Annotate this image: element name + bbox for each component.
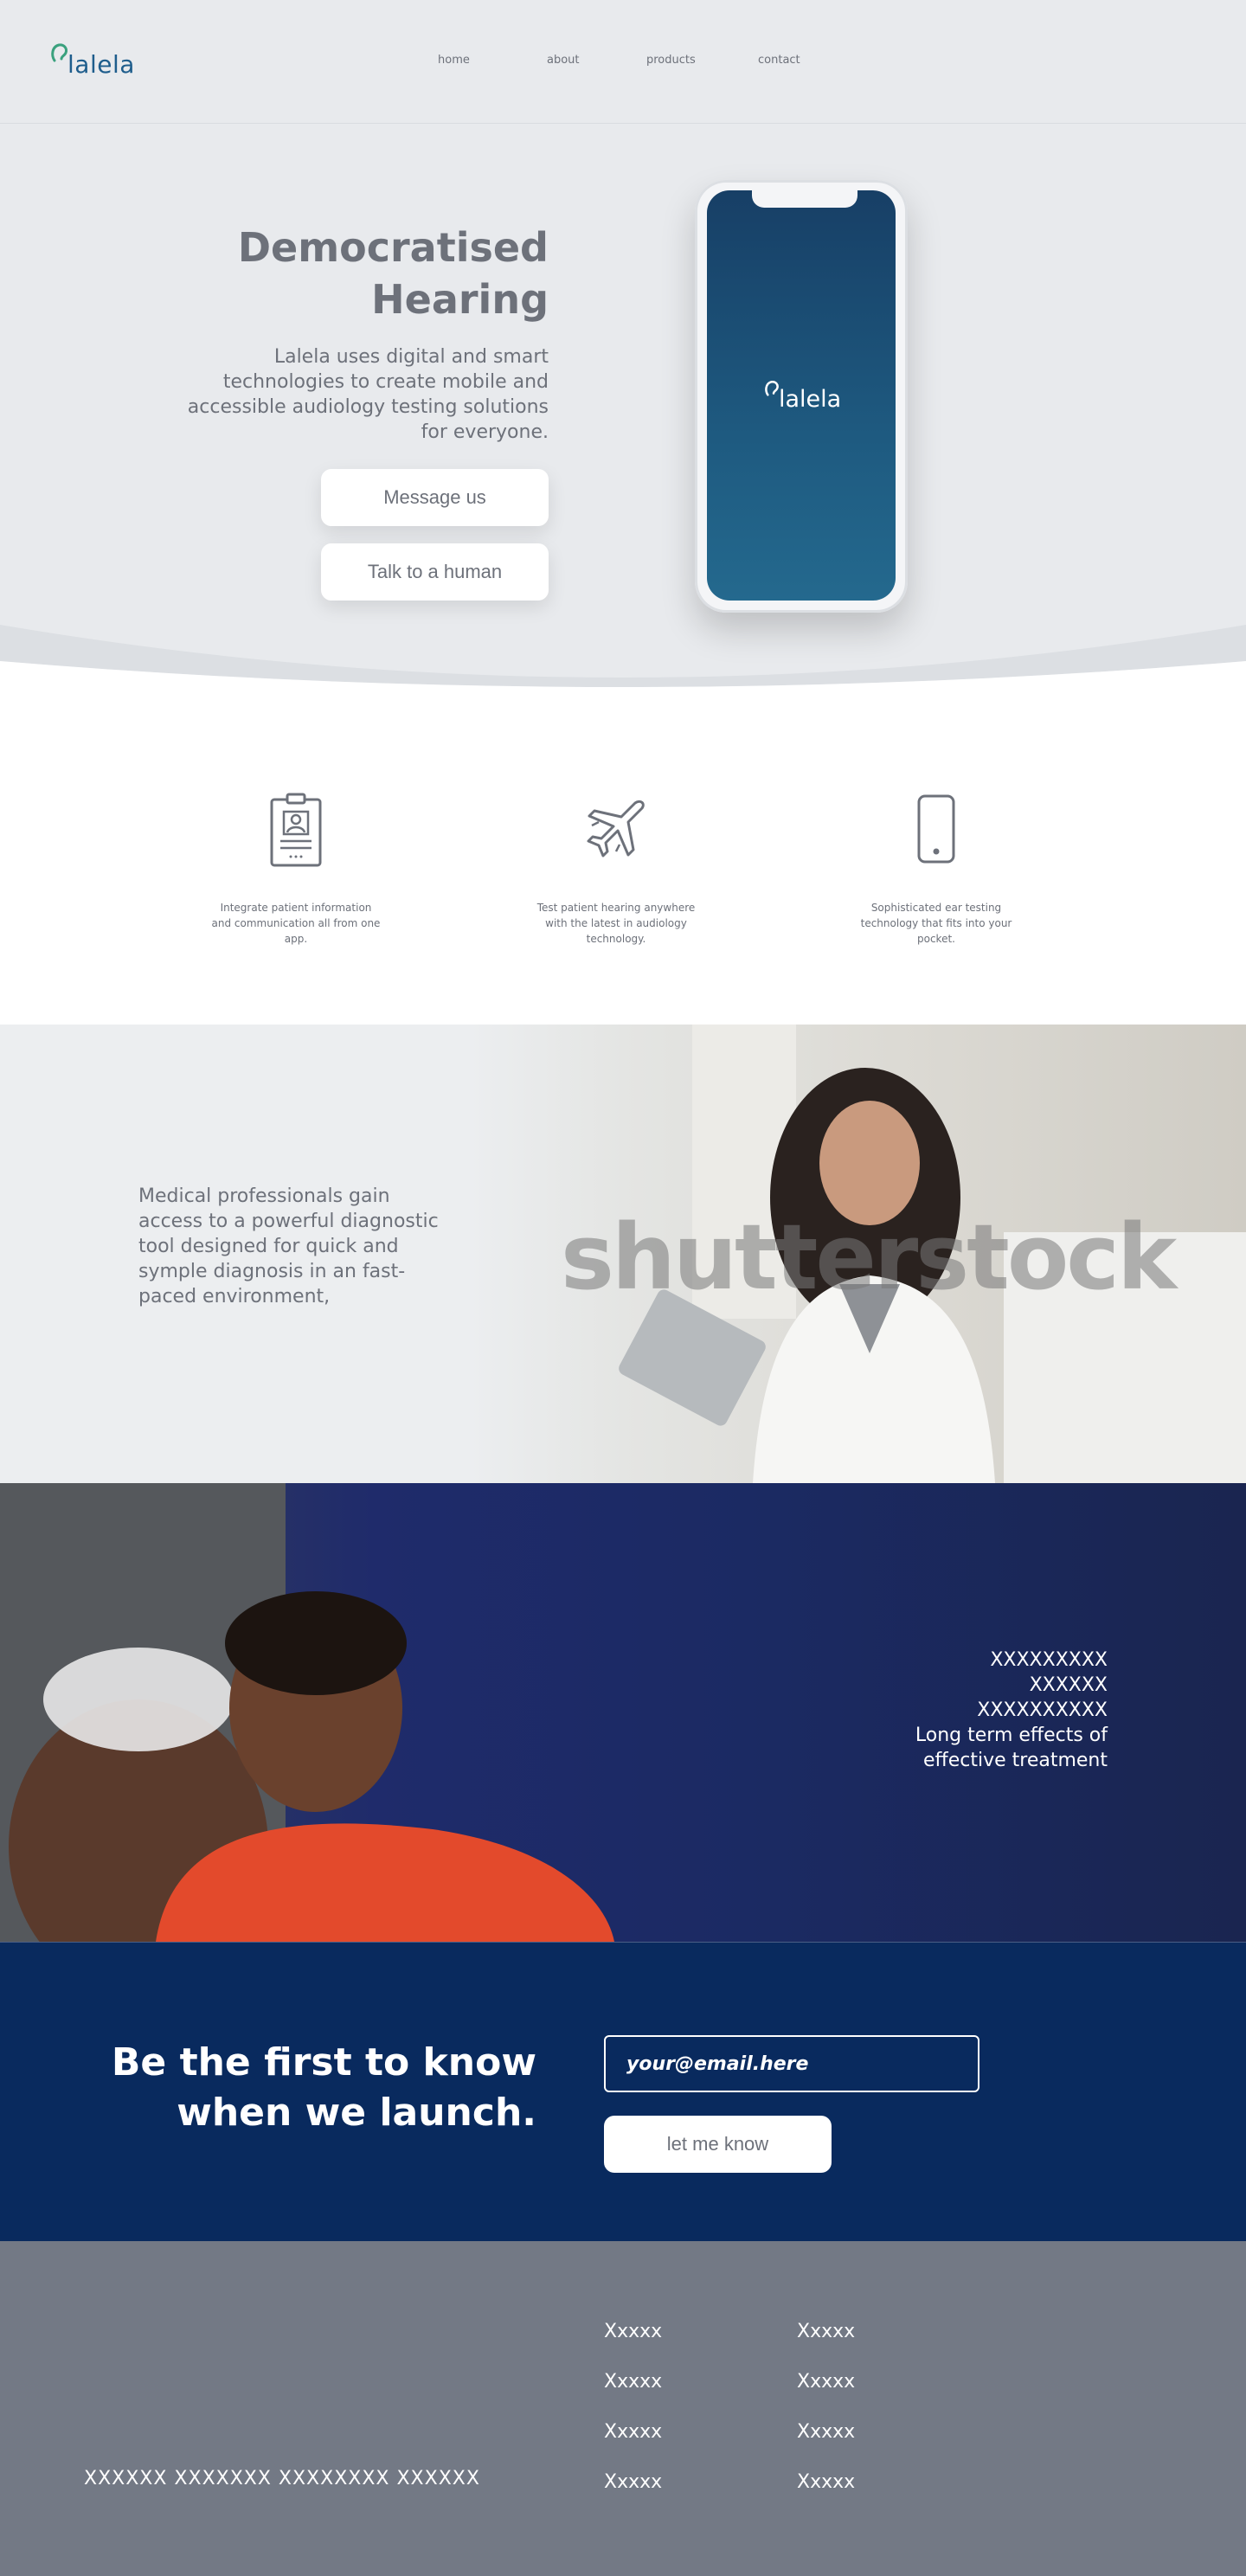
hero-title: Democratised Hearing xyxy=(185,222,549,325)
hero-section: Democratised Hearing Lalela uses digital… xyxy=(0,125,1246,696)
footer: XXXXXX XXXXXXX XXXXXXXX XXXXXX Xxxxx Xxx… xyxy=(0,2241,1246,2576)
family-line: XXXXXXXXXX xyxy=(977,1699,1108,1721)
launch-title-line2: when we launch. xyxy=(177,2091,536,2135)
footer-link[interactable]: Xxxxx xyxy=(797,2321,855,2371)
family-line: XXXXXX xyxy=(1029,1674,1108,1696)
footer-link[interactable]: Xxxxx xyxy=(604,2371,662,2421)
phone-mockup: lalela xyxy=(695,180,908,613)
footer-column-1: Xxxxx Xxxxx Xxxxx Xxxxx xyxy=(604,2321,662,2521)
footer-column-2: Xxxxx Xxxxx Xxxxx Xxxxx xyxy=(797,2321,855,2521)
family-text-block: XXXXXXXXX XXXXXX XXXXXXXXXX Long term ef… xyxy=(831,1648,1108,1773)
launch-signup-section: Be the first to know when we launch. you… xyxy=(0,1942,1246,2241)
medical-professionals-section: shutterstock Medical professionals gain … xyxy=(0,1025,1246,1483)
feature-text: Integrate patient information and commun… xyxy=(211,902,381,945)
airplane-icon xyxy=(587,800,645,858)
footer-link[interactable]: Xxxxx xyxy=(797,2471,855,2521)
feature-text: Test patient hearing anywhere with the l… xyxy=(536,902,696,945)
phone-notch xyxy=(752,190,857,208)
family-line: XXXXXXXXX xyxy=(990,1649,1108,1671)
footer-link[interactable]: Xxxxx xyxy=(604,2321,662,2371)
nav-link-about[interactable]: about xyxy=(547,54,580,67)
logo-text: lalela xyxy=(67,50,135,79)
phone-logo-text: lalela xyxy=(779,386,842,413)
email-input[interactable]: your@email.here xyxy=(604,2035,979,2092)
family-line: Long term effects of xyxy=(915,1725,1108,1746)
id-badge-icon xyxy=(270,793,322,867)
family-line: effective treatment xyxy=(923,1750,1108,1771)
phone-screen: lalela xyxy=(707,190,896,601)
launch-title-line1: Be the first to know xyxy=(111,2040,536,2085)
nav-link-contact[interactable]: contact xyxy=(758,54,800,67)
feature-item: Integrate patient information and commun… xyxy=(209,791,382,947)
hero-description: Lalela uses digital and smart technologi… xyxy=(187,346,549,443)
medical-description: Medical professionals gain access to a p… xyxy=(138,1185,439,1307)
footer-tagline: XXXXXX XXXXXXX XXXXXXXX XXXXXX xyxy=(84,2468,480,2489)
footer-link[interactable]: Xxxxx xyxy=(797,2421,855,2471)
let-me-know-button[interactable]: let me know xyxy=(604,2116,832,2173)
footer-link[interactable]: Xxxxx xyxy=(604,2421,662,2471)
message-us-button[interactable]: Message us xyxy=(321,469,549,526)
launch-title: Be the first to know when we launch. xyxy=(104,2038,536,2138)
features-section: Integrate patient information and commun… xyxy=(0,696,1246,1025)
feature-item: Sophisticated ear testing technology tha… xyxy=(850,791,1023,947)
footer-link[interactable]: Xxxxx xyxy=(604,2471,662,2521)
talk-to-human-button[interactable]: Talk to a human xyxy=(321,543,549,601)
lalela-logo[interactable]: lalela xyxy=(50,38,154,87)
family-section: XXXXXXXXX XXXXXX XXXXXXXXXX Long term ef… xyxy=(0,1483,1246,1942)
hero-title-line1: Democratised xyxy=(237,224,549,271)
feature-item: Test patient hearing anywhere with the l… xyxy=(530,791,703,947)
footer-link[interactable]: Xxxxx xyxy=(797,2371,855,2421)
hero-title-line2: Hearing xyxy=(371,276,549,323)
smartphone-icon xyxy=(917,794,955,864)
top-navigation: lalela home about products contact xyxy=(0,0,1246,124)
nav-link-products[interactable]: products xyxy=(646,54,696,67)
feature-text: Sophisticated ear testing technology tha… xyxy=(860,902,1012,945)
stock-watermark: shutterstock xyxy=(561,1204,1177,1310)
nav-link-home[interactable]: home xyxy=(438,54,470,67)
